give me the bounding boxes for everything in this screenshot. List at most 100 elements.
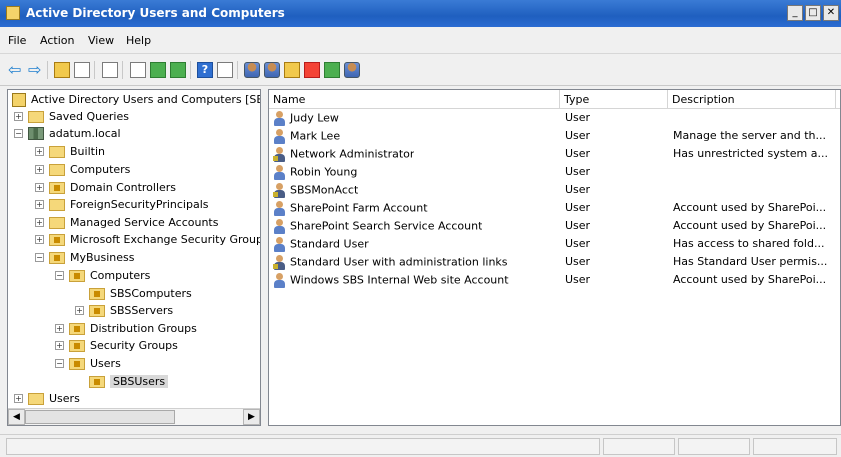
expand-icon[interactable]: + bbox=[14, 112, 23, 121]
tree-item-domain[interactable]: − adatum.local bbox=[14, 125, 121, 142]
tree-item-distribution-groups[interactable]: + Distribution Groups bbox=[55, 320, 197, 337]
scroll-left-icon[interactable]: ◀ bbox=[8, 409, 25, 425]
new-ou-icon[interactable] bbox=[284, 62, 300, 78]
close-button[interactable]: ✕ bbox=[823, 5, 839, 21]
menu-file[interactable]: File bbox=[8, 34, 26, 47]
forward-arrow-icon[interactable]: ⇨ bbox=[28, 62, 44, 78]
tree-item-saved-queries[interactable]: + Saved Queries bbox=[14, 108, 129, 125]
filter-icon[interactable] bbox=[304, 62, 320, 78]
column-header-name[interactable]: Name bbox=[269, 90, 560, 109]
up-level-icon[interactable] bbox=[54, 62, 70, 78]
folder-icon bbox=[49, 198, 65, 211]
tree-item-computers[interactable]: + Computers bbox=[35, 161, 130, 178]
expand-icon[interactable]: + bbox=[55, 324, 64, 333]
add-to-group-icon[interactable] bbox=[324, 62, 340, 78]
mmc-window: Active Directory Users and Computers _ □… bbox=[0, 0, 841, 457]
tree-item-domain-controllers[interactable]: + Domain Controllers bbox=[35, 179, 176, 196]
menu-view[interactable]: View bbox=[88, 34, 114, 47]
tree-item-root[interactable]: Active Directory Users and Computers [SB… bbox=[12, 91, 260, 108]
new-user-icon[interactable] bbox=[244, 62, 260, 78]
expand-icon[interactable]: + bbox=[55, 341, 64, 350]
list-item[interactable]: SharePoint Search Service Account User A… bbox=[269, 218, 840, 236]
status-panel bbox=[753, 438, 837, 455]
minimize-button[interactable]: _ bbox=[787, 5, 803, 21]
menu-action[interactable]: Action bbox=[40, 34, 74, 47]
expand-icon[interactable]: + bbox=[35, 165, 44, 174]
collapse-icon[interactable]: − bbox=[35, 253, 44, 262]
refresh-icon[interactable] bbox=[150, 62, 166, 78]
user-type: User bbox=[565, 111, 591, 124]
expand-icon[interactable]: + bbox=[75, 306, 84, 315]
help-icon[interactable]: ? bbox=[197, 62, 213, 78]
clipboard-icon[interactable] bbox=[102, 62, 118, 78]
console-tree[interactable]: Active Directory Users and Computers [SB… bbox=[7, 89, 261, 426]
tree-item-mybusiness-computers[interactable]: − Computers bbox=[55, 267, 150, 284]
tree-item-managed-service-accounts[interactable]: + Managed Service Accounts bbox=[35, 214, 218, 231]
action-pane-icon[interactable] bbox=[217, 62, 233, 78]
tree-item-foreign-security-principals[interactable]: + ForeignSecurityPrincipals bbox=[35, 196, 209, 213]
app-icon bbox=[6, 6, 20, 20]
scroll-thumb[interactable] bbox=[25, 410, 175, 424]
tree-item-sbsservers[interactable]: + SBSServers bbox=[75, 302, 173, 319]
status-panel bbox=[6, 438, 600, 455]
status-panel bbox=[678, 438, 750, 455]
toolbar: ⇦ ⇨ ? bbox=[0, 54, 841, 86]
user-icon bbox=[273, 237, 286, 252]
tree-item-label: SBSServers bbox=[110, 304, 174, 317]
status-bar bbox=[0, 434, 841, 457]
user-name: Standard User bbox=[290, 237, 369, 251]
column-header-type[interactable]: Type bbox=[560, 90, 668, 109]
tree-item-users[interactable]: + Users bbox=[14, 390, 80, 407]
tree-item-builtin[interactable]: + Builtin bbox=[35, 143, 105, 160]
collapse-icon[interactable]: − bbox=[55, 271, 64, 280]
collapse-icon[interactable]: − bbox=[14, 129, 23, 138]
user-name: SBSMonAcct bbox=[290, 183, 359, 197]
list-item[interactable]: Standard User with administration links … bbox=[269, 254, 840, 272]
expand-icon[interactable]: + bbox=[35, 147, 44, 156]
properties-icon[interactable] bbox=[130, 62, 146, 78]
tree-item-sbsusers[interactable]: SBSUsers bbox=[89, 373, 169, 390]
list-item[interactable]: SBSMonAcct User bbox=[269, 182, 840, 200]
tree-item-mybusiness-users[interactable]: − Users bbox=[55, 355, 121, 372]
maximize-button[interactable]: □ bbox=[805, 5, 821, 21]
horizontal-scrollbar[interactable]: ◀ ▶ bbox=[8, 408, 260, 425]
collapse-icon[interactable]: − bbox=[55, 359, 64, 368]
ou-icon bbox=[89, 304, 105, 317]
export-list-icon[interactable] bbox=[170, 62, 186, 78]
user-type: User bbox=[565, 237, 591, 250]
details-pane: Name Type Description Judy Lew User Mark… bbox=[268, 89, 841, 426]
list-item[interactable]: Robin Young User bbox=[269, 164, 840, 182]
user-type: User bbox=[565, 183, 591, 196]
expand-icon[interactable]: + bbox=[35, 183, 44, 192]
list-item[interactable]: Network Administrator User Has unrestric… bbox=[269, 146, 840, 164]
list-item[interactable]: Judy Lew User bbox=[269, 110, 840, 128]
tree-item-security-groups[interactable]: + Security Groups bbox=[55, 337, 178, 354]
expand-icon[interactable]: + bbox=[14, 394, 23, 403]
list-item[interactable]: Windows SBS Internal Web site Account Us… bbox=[269, 272, 840, 290]
toolbar-separator bbox=[47, 61, 48, 79]
expand-icon[interactable]: + bbox=[35, 218, 44, 227]
list-item[interactable]: Standard User User Has access to shared … bbox=[269, 236, 840, 254]
toolbar-separator bbox=[190, 61, 191, 79]
back-arrow-icon[interactable]: ⇦ bbox=[8, 62, 24, 78]
tree-item-label: SBSComputers bbox=[110, 287, 192, 300]
new-group-icon[interactable] bbox=[264, 62, 280, 78]
list-item[interactable]: Mark Lee User Manage the server and th..… bbox=[269, 128, 840, 146]
column-header-description[interactable]: Description bbox=[668, 90, 836, 109]
show-hide-tree-icon[interactable] bbox=[74, 62, 90, 78]
ou-icon bbox=[89, 375, 105, 388]
scroll-right-icon[interactable]: ▶ bbox=[243, 409, 260, 425]
list-item[interactable]: SharePoint Farm Account User Account use… bbox=[269, 200, 840, 218]
delegate-control-icon[interactable] bbox=[344, 62, 360, 78]
tree-item-sbscomputers[interactable]: SBSComputers bbox=[89, 285, 192, 302]
toolbar-separator bbox=[94, 61, 95, 79]
tree-item-label: Managed Service Accounts bbox=[70, 216, 219, 229]
user-name: Windows SBS Internal Web site Account bbox=[290, 273, 509, 287]
user-icon bbox=[273, 273, 286, 288]
expand-icon[interactable]: + bbox=[35, 235, 44, 244]
menu-help[interactable]: Help bbox=[126, 34, 151, 47]
tree-item-mybusiness[interactable]: − MyBusiness bbox=[35, 249, 135, 266]
expand-icon[interactable]: + bbox=[35, 200, 44, 209]
tree-item-label: MyBusiness bbox=[70, 251, 135, 264]
tree-item-exchange-security-groups[interactable]: + Microsoft Exchange Security Group bbox=[35, 231, 260, 248]
